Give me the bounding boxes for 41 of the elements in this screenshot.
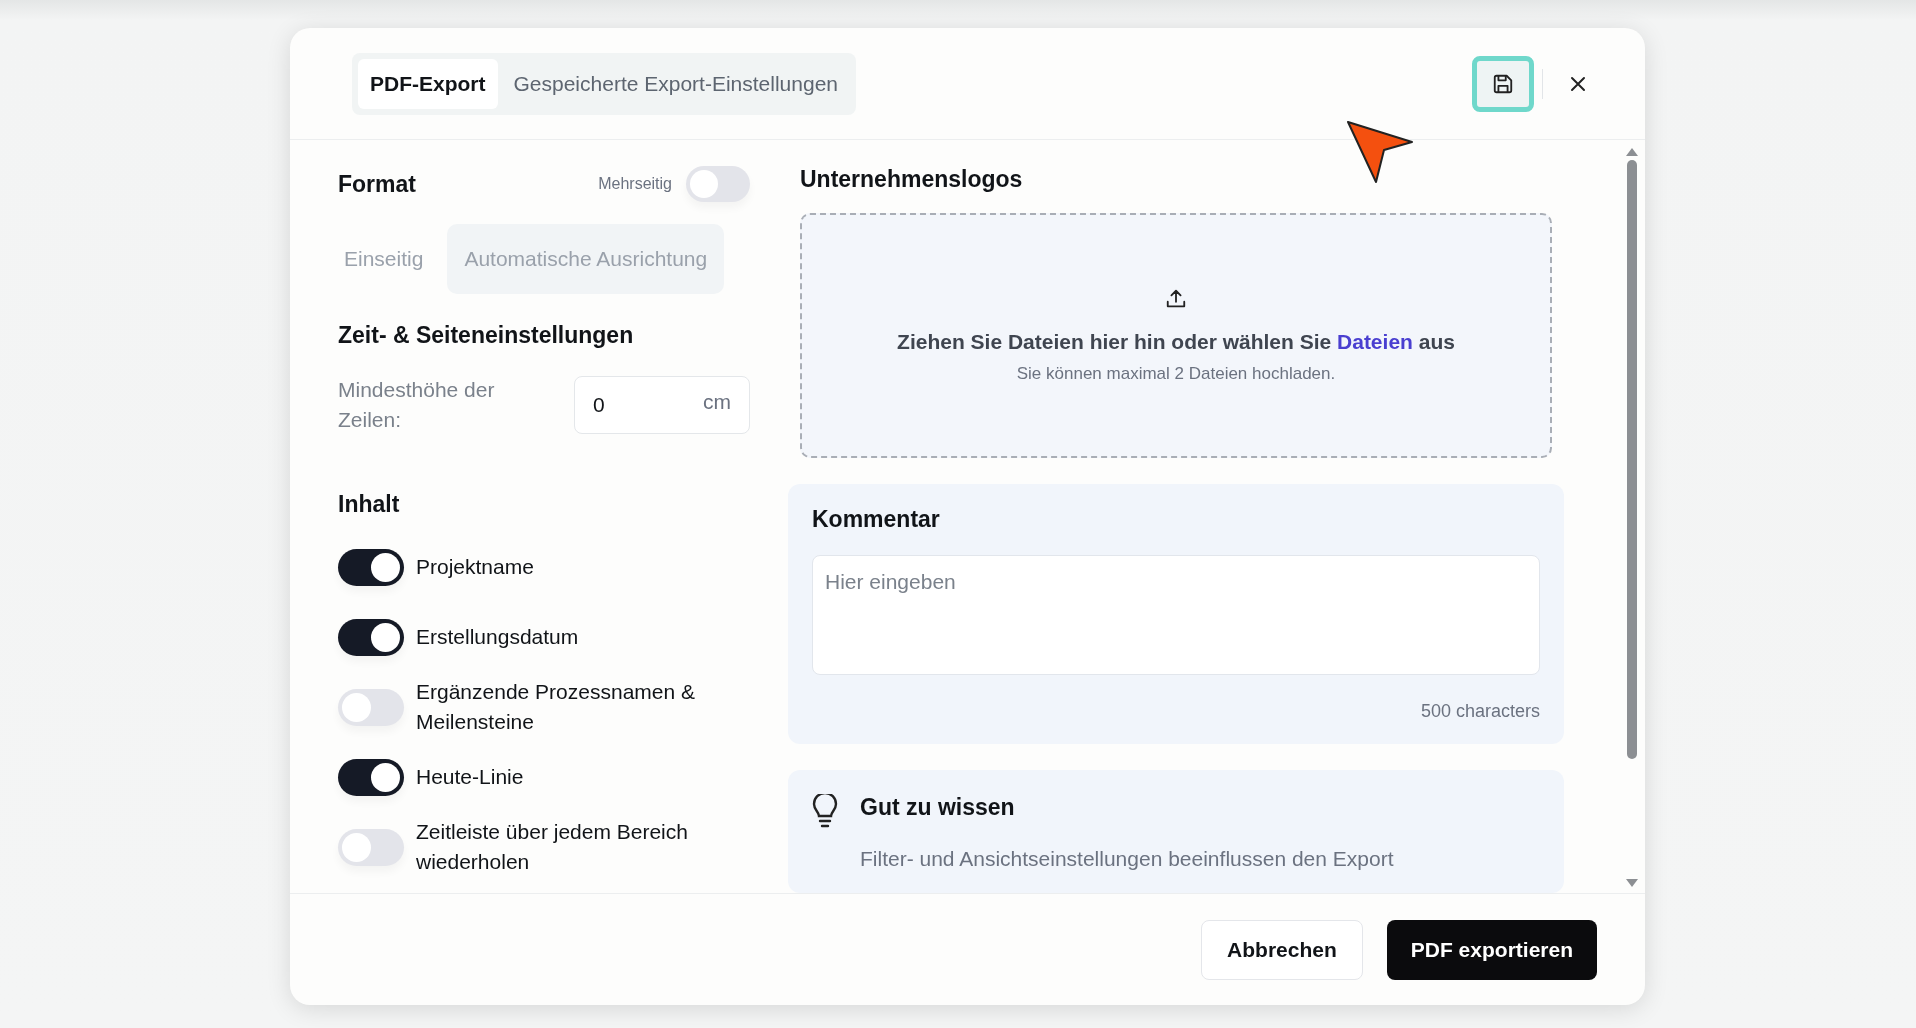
comment-field[interactable]: Hier eingeben bbox=[812, 555, 1540, 675]
toggle-label: Erstellungsdatum bbox=[416, 624, 579, 650]
multipage-switch[interactable] bbox=[686, 166, 750, 202]
toggle-switch[interactable] bbox=[338, 618, 404, 656]
cursor-icon bbox=[1346, 120, 1416, 186]
save-button[interactable] bbox=[1472, 55, 1534, 112]
section-title: Inhalt bbox=[338, 491, 401, 518]
file-drop-zone[interactable]: Ziehen Sie Dateien hier hin oder wählen Sie Dateien aus Sie können maximal 2 Dateien hochladen. bbox=[800, 213, 1552, 458]
files-link[interactable]: Dateien bbox=[1337, 329, 1413, 353]
drop-instruction: Ziehen Sie Dateien hier hin oder wählen Sie Dateien aus bbox=[897, 329, 1455, 354]
toggle-label: Heute-Linie bbox=[416, 764, 524, 790]
save-icon bbox=[1492, 72, 1514, 95]
scroll-up-icon bbox=[1626, 148, 1638, 156]
scrollbar-thumb[interactable] bbox=[1627, 160, 1637, 759]
tab[interactable]: Gespeicherte Export-Einstellungen bbox=[501, 58, 850, 109]
info-text: Filter- und Ansichtseinstellungen beeinflussen den Export bbox=[860, 847, 1394, 871]
tab[interactable]: PDF-Export bbox=[358, 58, 498, 109]
lightbulb-icon bbox=[812, 794, 838, 828]
card-title: Gut zu wissen bbox=[860, 794, 1016, 821]
toggle-label: Zeitleiste über jedem Bereich wiederholen bbox=[416, 819, 689, 875]
toggle-switch[interactable] bbox=[338, 688, 404, 726]
toggle-switch[interactable] bbox=[338, 758, 404, 796]
toggle-label: Projektname bbox=[416, 554, 534, 580]
toggle-label: Ergänzende Prozessnamen & Meilensteine bbox=[416, 679, 696, 735]
section-title: Unternehmenslogos bbox=[800, 166, 1024, 193]
toggle-switch[interactable] bbox=[338, 548, 404, 586]
switch-label: Mehrseitig bbox=[598, 175, 672, 193]
field-value: 0 bbox=[593, 393, 605, 417]
scroll-down-icon bbox=[1626, 879, 1638, 887]
section-title: Zeit- & Seiteneinstellungen bbox=[338, 322, 635, 349]
upload-hint: Sie können maximal 2 Dateien hochladen. bbox=[1016, 363, 1336, 384]
upload-icon bbox=[1165, 287, 1187, 310]
card-title: Kommentar bbox=[812, 506, 941, 533]
cancel-button[interactable]: Abbrechen bbox=[1201, 919, 1363, 980]
toggle-switch[interactable] bbox=[338, 828, 404, 866]
unit-label: cm bbox=[703, 390, 731, 414]
section-title: Format bbox=[338, 170, 416, 198]
export-button[interactable]: PDF exportieren bbox=[1386, 919, 1597, 980]
row-height-field[interactable]: 0 cm bbox=[574, 376, 750, 434]
field-label: Mindesthöhe der Zeilen: bbox=[338, 377, 496, 433]
character-counter: 500 characters bbox=[1420, 701, 1540, 722]
